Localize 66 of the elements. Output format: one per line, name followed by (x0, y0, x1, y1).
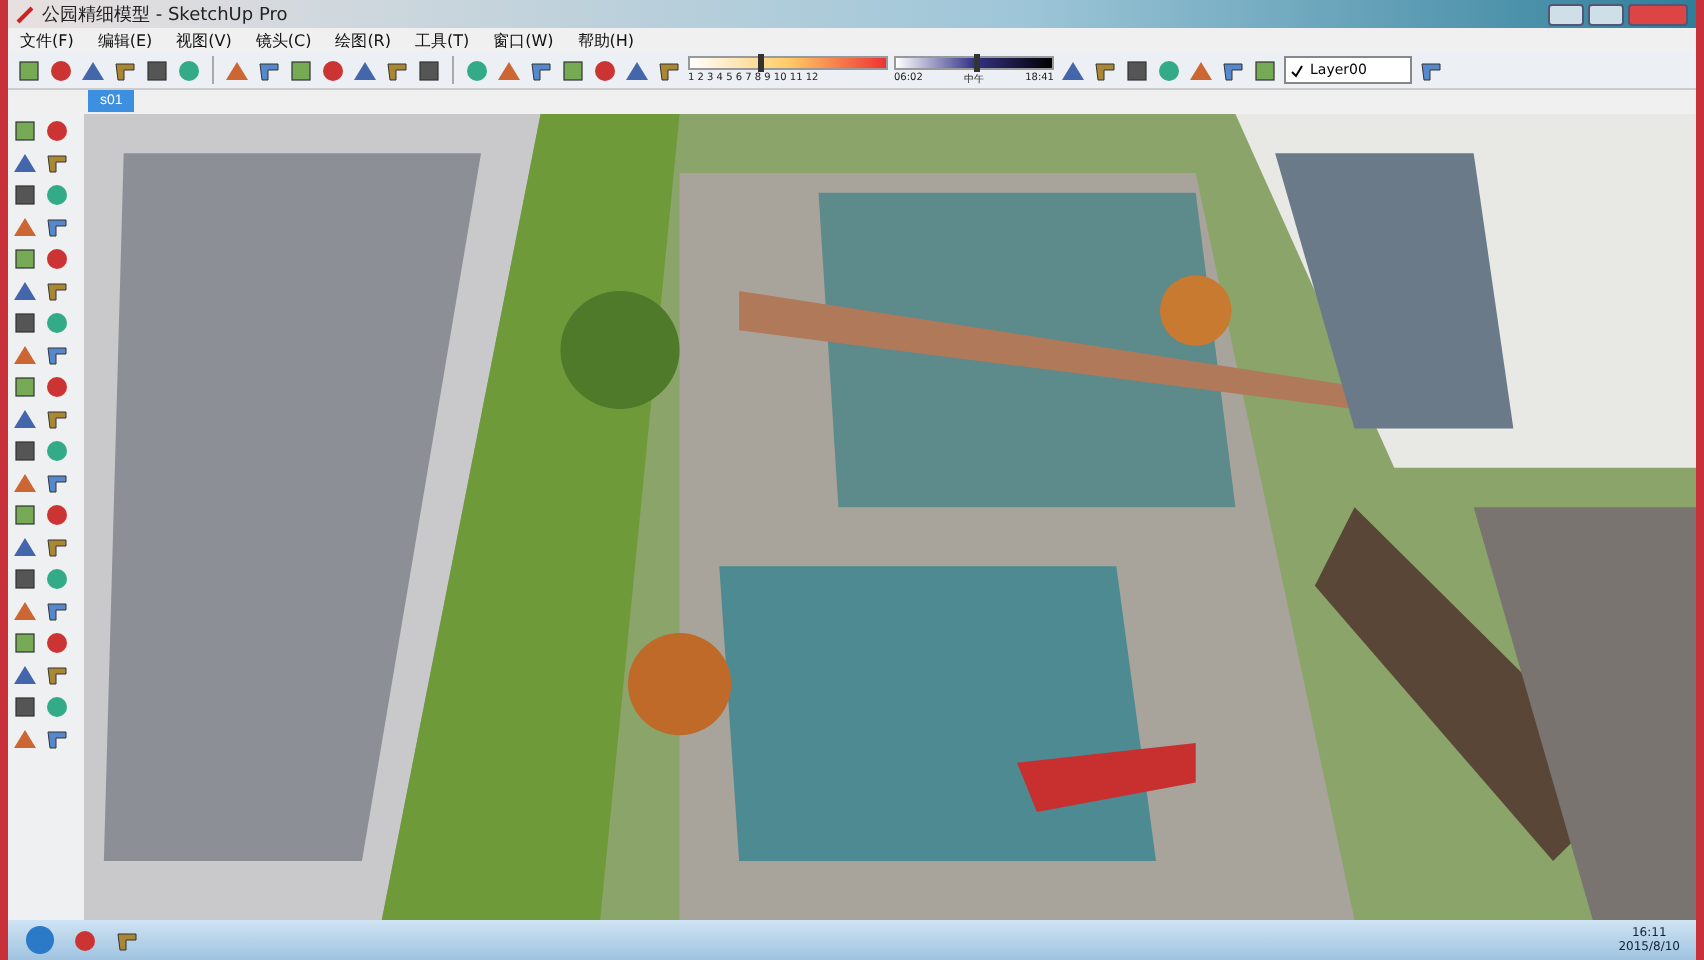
tool-icon[interactable] (12, 534, 38, 560)
tool-icon[interactable] (12, 310, 38, 336)
tool-icon[interactable] (288, 57, 314, 83)
menu-item[interactable]: 镜头(C) (255, 29, 312, 51)
tool-icon[interactable] (44, 150, 70, 176)
app-icon (16, 5, 34, 23)
tool-icon[interactable] (12, 374, 38, 400)
tool-icon[interactable] (12, 246, 38, 272)
tool-icon[interactable] (44, 374, 70, 400)
tool-icon[interactable] (12, 502, 38, 528)
tool-icon[interactable] (528, 57, 554, 83)
maximize-button[interactable] (1588, 3, 1624, 25)
tool-icon[interactable] (12, 630, 38, 656)
tool-icon[interactable] (44, 726, 70, 752)
tool-icon[interactable] (80, 57, 106, 83)
tool-icon[interactable] (12, 438, 38, 464)
menu-item[interactable]: 文件(F) (20, 29, 74, 51)
tool-icon[interactable] (12, 662, 38, 688)
tool-icon[interactable] (144, 57, 170, 83)
tool-icon[interactable] (44, 278, 70, 304)
tool-icon[interactable] (256, 57, 282, 83)
tool-icon[interactable] (624, 57, 650, 83)
tool-icon[interactable] (592, 57, 618, 83)
tool-icon[interactable] (1418, 57, 1444, 83)
tool-icon[interactable] (44, 246, 70, 272)
tool-icon[interactable] (12, 150, 38, 176)
tool-icon[interactable] (16, 57, 42, 83)
tool-icon[interactable] (1124, 57, 1150, 83)
tool-icon[interactable] (656, 57, 682, 83)
tool-icon[interactable] (48, 57, 74, 83)
minimize-button[interactable] (1548, 3, 1584, 25)
menu-item[interactable]: 窗口(W) (493, 29, 554, 51)
tool-icon[interactable] (44, 406, 70, 432)
menu-item[interactable]: 工具(T) (415, 29, 470, 51)
tool-icon[interactable] (44, 662, 70, 688)
tool-icon[interactable] (12, 118, 38, 144)
tool-icon[interactable] (352, 57, 378, 83)
tool-icon[interactable] (44, 214, 70, 240)
tool-icon[interactable] (1220, 57, 1246, 83)
tool-icon[interactable] (44, 534, 70, 560)
tool-icon[interactable] (44, 630, 70, 656)
tool-icon[interactable] (12, 694, 38, 720)
tool-icon[interactable] (1060, 57, 1086, 83)
tool-icon[interactable] (1092, 57, 1118, 83)
tool-icon[interactable] (44, 118, 70, 144)
tool-icon[interactable] (12, 278, 38, 304)
tool-icon[interactable] (1252, 57, 1278, 83)
tool-icon[interactable] (44, 502, 70, 528)
tool-icon[interactable] (384, 57, 410, 83)
tool-icon[interactable] (320, 57, 346, 83)
menu-item[interactable]: 视图(V) (176, 29, 232, 51)
tool-icon[interactable] (12, 566, 38, 592)
tool-icon[interactable] (44, 470, 70, 496)
tool-icon[interactable] (112, 57, 138, 83)
tool-icon[interactable] (44, 598, 70, 624)
menu-item[interactable]: 帮助(H) (577, 29, 635, 51)
tool-icon[interactable] (12, 406, 38, 432)
tool-icon[interactable] (12, 182, 38, 208)
tool-icon[interactable] (416, 57, 442, 83)
tool-icon[interactable] (44, 342, 70, 368)
tool-icon[interactable] (560, 57, 586, 83)
tool-icon[interactable] (114, 927, 140, 953)
menu-item[interactable]: 编辑(E) (97, 29, 153, 51)
window-title: 公园精细模型 - SketchUp Pro (42, 3, 288, 27)
menu-item[interactable]: 绘图(R) (335, 29, 391, 51)
start-icon[interactable] (24, 924, 56, 956)
